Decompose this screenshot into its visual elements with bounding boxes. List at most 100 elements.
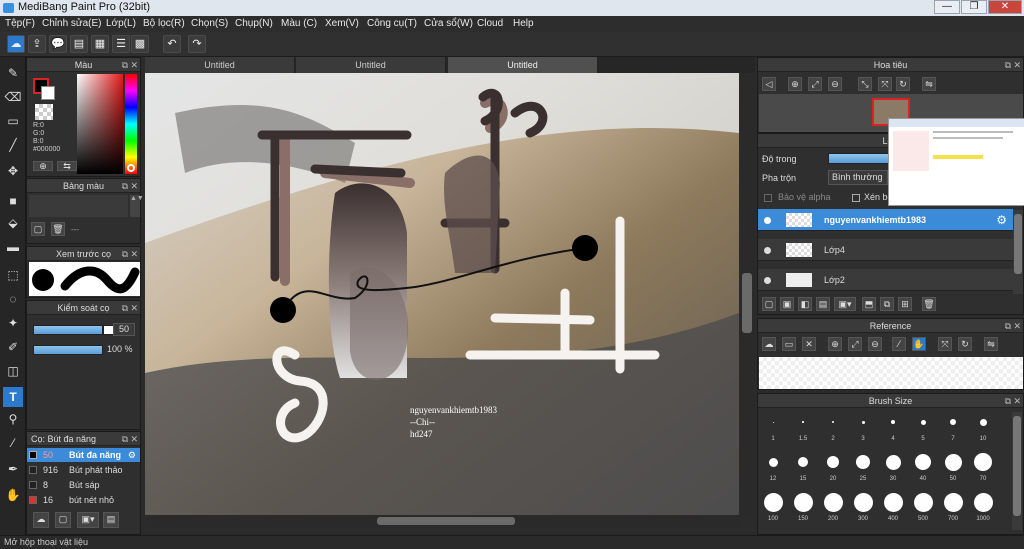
popout-icon[interactable]: ⧉ <box>122 301 128 315</box>
vertical-scrollbar[interactable] <box>739 73 755 515</box>
eraser-tool-icon[interactable]: ⌫ <box>3 87 23 107</box>
menu-file[interactable]: Tệp(F) <box>5 18 35 29</box>
popout-icon[interactable]: ⧉ <box>1005 394 1011 408</box>
gradient-tool-icon[interactable]: ▬ <box>3 237 23 257</box>
flip-icon[interactable]: ⇋ <box>984 337 998 351</box>
brush-size-slider[interactable] <box>33 325 103 335</box>
tab-untitled-1[interactable]: Untitled <box>145 57 295 73</box>
menu-edit[interactable]: Chỉnh sửa(E) <box>42 18 102 29</box>
brush-size-option[interactable]: 4 <box>879 410 907 448</box>
cloud-icon[interactable]: ☁ <box>762 337 776 351</box>
brush-size-value[interactable]: 50 <box>113 323 135 336</box>
brush-size-option[interactable]: 50 <box>939 450 967 488</box>
brush-tool-icon[interactable]: ✎ <box>3 63 23 83</box>
rectangle-tool-icon[interactable]: ▭ <box>3 111 23 131</box>
menu-tools[interactable]: Công cụ(T) <box>367 18 417 29</box>
duplicate-layer-icon[interactable]: ⧉ <box>880 297 894 311</box>
cloud-brush-icon[interactable]: ☁ <box>33 512 49 528</box>
select-eraser-icon[interactable]: ◫ <box>3 361 23 381</box>
new-text-layer-icon[interactable]: ▤ <box>816 297 830 311</box>
clip-checkbox[interactable] <box>852 194 860 202</box>
brush-size-option[interactable]: 1.5 <box>789 410 817 448</box>
maximize-button[interactable]: ❐ <box>961 0 987 14</box>
minimize-button[interactable]: — <box>934 0 960 14</box>
comment-icon[interactable]: 💬 <box>49 35 67 53</box>
add-color-icon[interactable]: ⊕ <box>33 161 53 171</box>
pen-tool-icon[interactable]: ✒ <box>3 459 23 479</box>
menu-view[interactable]: Xem(V) <box>325 18 359 29</box>
close-icon[interactable]: ✕ <box>1013 58 1021 72</box>
add-layer-menu-icon[interactable]: ▣▾ <box>834 297 856 311</box>
popout-icon[interactable]: ⧉ <box>122 179 128 193</box>
protect-alpha-checkbox[interactable] <box>764 194 772 202</box>
brush-size-option[interactable]: 7 <box>939 410 967 448</box>
layer-properties-icon[interactable]: ⊞ <box>898 297 912 311</box>
operation-tool-icon[interactable]: ⚲ <box>3 409 23 429</box>
layer-item[interactable]: nguyenvankhiemtb1983 ⚙ <box>758 209 1013 231</box>
brush-size-option[interactable]: 20 <box>819 450 847 488</box>
prev-icon[interactable]: ◁ <box>762 77 776 91</box>
horizontal-scrollbar[interactable] <box>145 515 739 527</box>
tab-untitled-3[interactable]: Untitled <box>448 57 598 73</box>
cloud-icon[interactable]: ☁ <box>7 35 25 53</box>
bucket-tool-icon[interactable]: ⬙ <box>3 213 23 233</box>
hue-handle[interactable] <box>127 164 135 172</box>
menu-layer[interactable]: Lớp(L) <box>106 18 136 29</box>
select-tool-icon[interactable]: ⬚ <box>3 265 23 285</box>
close-icon[interactable]: ✕ <box>130 58 138 72</box>
document-icon[interactable]: ▦ <box>91 35 109 53</box>
eyedropper-tool-icon[interactable]: ⁄ <box>3 433 23 453</box>
lasso-tool-icon[interactable]: ◌ <box>3 289 23 309</box>
brush-item[interactable]: 16 bút nét nhỏ <box>27 493 140 507</box>
brush-size-option[interactable]: 12 <box>759 450 787 488</box>
gear-icon[interactable]: ⚙ <box>128 448 136 462</box>
palette-scroll[interactable]: ▲▼ <box>130 195 144 217</box>
menu-select[interactable]: Chọn(S) <box>191 18 228 29</box>
brush-size-option[interactable]: 1 <box>759 410 787 448</box>
popout-icon[interactable]: ⧉ <box>1005 58 1011 72</box>
brush-item[interactable]: 50 Bút đa năng ⚙ <box>27 448 140 462</box>
zoom-out-icon[interactable]: ⊖ <box>868 337 882 351</box>
brush-item[interactable]: 916 Bút phát thảo <box>27 463 140 477</box>
fit-window-icon[interactable]: ⤧ <box>938 337 952 351</box>
popout-icon[interactable]: ⧉ <box>122 247 128 261</box>
list-icon[interactable]: ☰ <box>112 35 130 53</box>
new-brush-icon[interactable]: ▢ <box>55 512 71 528</box>
brush-settings-icon[interactable]: ▤ <box>103 512 119 528</box>
menu-window[interactable]: Cửa sổ(W) <box>424 18 473 29</box>
rotate-icon[interactable]: ↻ <box>958 337 972 351</box>
zoom-in-icon[interactable]: ⊕ <box>788 77 802 91</box>
brush-size-option[interactable]: 5 <box>909 410 937 448</box>
grid-icon[interactable]: ▩ <box>131 35 149 53</box>
brush-size-option[interactable]: 40 <box>909 450 937 488</box>
eyedropper-icon[interactable]: ⁄ <box>892 337 906 351</box>
new-image-layer-icon[interactable]: ▣ <box>780 297 794 311</box>
hand-icon[interactable]: ✋ <box>912 337 926 351</box>
fit-icon[interactable]: ⤢ <box>808 77 822 91</box>
fit-icon[interactable]: ⤢ <box>848 337 862 351</box>
menu-filter[interactable]: Bộ lọc(R) <box>143 18 185 29</box>
blend-mode-select[interactable]: Bình thường <box>828 170 888 185</box>
brush-size-option[interactable]: 70 <box>969 450 997 488</box>
close-icon[interactable]: ✕ <box>130 247 138 261</box>
horizontal-scroll-thumb[interactable] <box>377 517 515 525</box>
move-tool-icon[interactable]: ✥ <box>3 161 23 181</box>
close-icon[interactable]: ✕ <box>130 301 138 315</box>
layer-item[interactable]: Lớp2 <box>758 269 1013 291</box>
magic-wand-icon[interactable]: ✦ <box>3 313 23 333</box>
upload-icon[interactable]: ⇪ <box>28 35 46 53</box>
message-icon[interactable]: ▤ <box>70 35 88 53</box>
brush-size-option[interactable]: 700 <box>939 490 967 528</box>
eye-icon[interactable] <box>764 217 771 224</box>
reference-view[interactable] <box>759 357 1023 389</box>
menu-cloud[interactable]: Cloud <box>477 18 503 29</box>
fill-rect-tool-icon[interactable]: ■ <box>3 191 23 211</box>
brush-size-option[interactable]: 100 <box>759 490 787 528</box>
brush-size-option[interactable]: 3 <box>849 410 877 448</box>
rotate-icon[interactable]: ↻ <box>896 77 910 91</box>
actual-size-icon[interactable]: ⤡ <box>858 77 872 91</box>
close-icon[interactable]: ✕ <box>1013 394 1021 408</box>
palette-area[interactable] <box>29 195 128 217</box>
brush-size-option[interactable]: 300 <box>849 490 877 528</box>
brush-size-option[interactable]: 1000 <box>969 490 997 528</box>
